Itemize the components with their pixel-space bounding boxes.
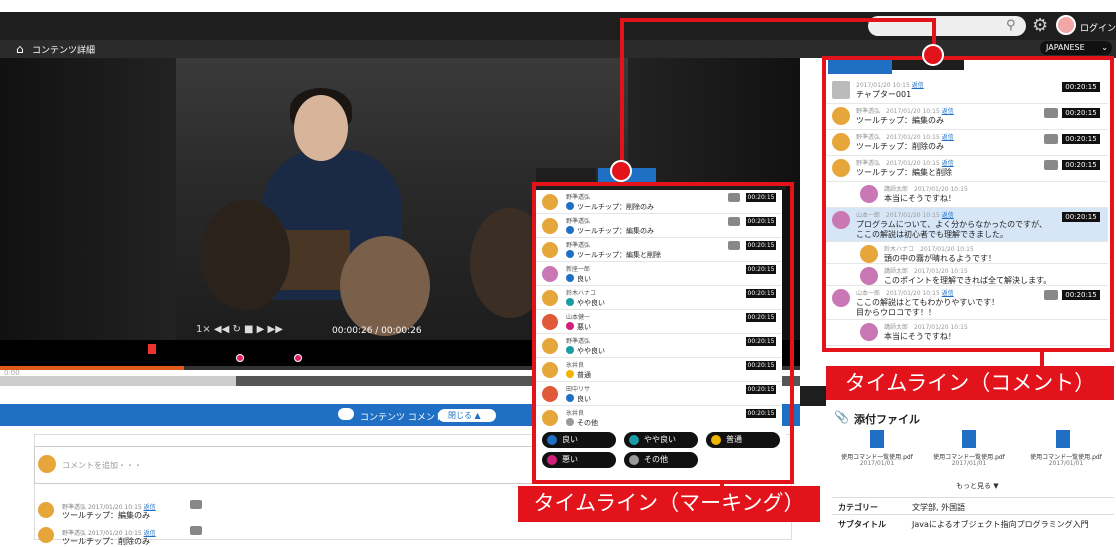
comment-text: ツールチップ：削除のみ: [62, 537, 150, 546]
show-more-link[interactable]: もっと見る ▼: [956, 481, 999, 491]
pdf-file-icon[interactable]: [870, 430, 884, 448]
meta-value: Javaによるオブジェクト指向プログラミング入門: [912, 520, 1089, 529]
callout-marking: タイムライン（マーキング）: [518, 486, 820, 522]
chevron-down-icon: ⌄: [1101, 43, 1108, 52]
speech-bubble-icon: [338, 408, 354, 420]
annotation-dot: [922, 44, 944, 66]
annotation-line: [620, 18, 624, 170]
home-icon[interactable]: ⌂: [16, 42, 24, 56]
meta-row: カテゴリー 文学部, 外国語: [832, 497, 1114, 513]
meta-key: サブタイトル: [838, 520, 886, 529]
close-button[interactable]: 閉じる ▲: [438, 409, 496, 422]
annotation-frame: [822, 56, 1114, 352]
page-title: コンテンツ詳細: [32, 46, 96, 56]
file-date: 2017/01/01: [951, 460, 987, 467]
marking-dot[interactable]: [294, 354, 302, 362]
meta-value: 文学部, 外国語: [912, 503, 966, 512]
annotation-line: [620, 18, 936, 22]
comment-placeholder: コメントを追加・・・: [62, 461, 142, 470]
search-icon[interactable]: ⚲: [1006, 18, 1016, 33]
annotation-frame: [532, 182, 794, 484]
chapter-marker[interactable]: [148, 344, 156, 354]
avatar: [38, 455, 56, 473]
panel-divider: [800, 386, 826, 406]
progress-fill: [0, 366, 184, 370]
login-link[interactable]: ログイン: [1080, 21, 1116, 34]
pdf-file-icon[interactable]: [1056, 430, 1070, 448]
pdf-file-icon[interactable]: [962, 430, 976, 448]
scrub-fill: [0, 376, 236, 386]
attachments-title: 添付ファイル: [854, 413, 920, 426]
file-date: 2017/01/01: [859, 460, 895, 467]
presenter-head: [294, 95, 348, 161]
marking-dot[interactable]: [236, 354, 244, 362]
audience-member: [200, 200, 290, 310]
language-select[interactable]: JAPANESE ⌄: [1040, 41, 1112, 55]
gear-icon[interactable]: ⚙: [1032, 15, 1048, 36]
callout-comment: タイムライン（コメント）: [826, 366, 1114, 400]
more-button[interactable]: [190, 500, 202, 509]
paperclip-icon: 📎: [834, 410, 849, 424]
comment-text: ツールチップ：編集のみ: [62, 511, 150, 520]
avatar: [38, 502, 54, 518]
audience-member: [340, 236, 430, 336]
meta-key: カテゴリー: [838, 503, 878, 512]
avatar[interactable]: [1056, 15, 1076, 35]
avatar: [38, 527, 54, 543]
time-readout: 00:00:26 / 00:00:26: [332, 326, 422, 336]
annotation-dot: [610, 160, 632, 182]
file-date: 2017/01/01: [1048, 460, 1084, 467]
video-background-left: [0, 58, 176, 363]
meta-row: サブタイトル Javaによるオブジェクト指向プログラミング入門: [832, 514, 1114, 530]
more-button[interactable]: [190, 526, 202, 535]
comment-bar-label: コンテンツ コメント: [360, 413, 444, 423]
